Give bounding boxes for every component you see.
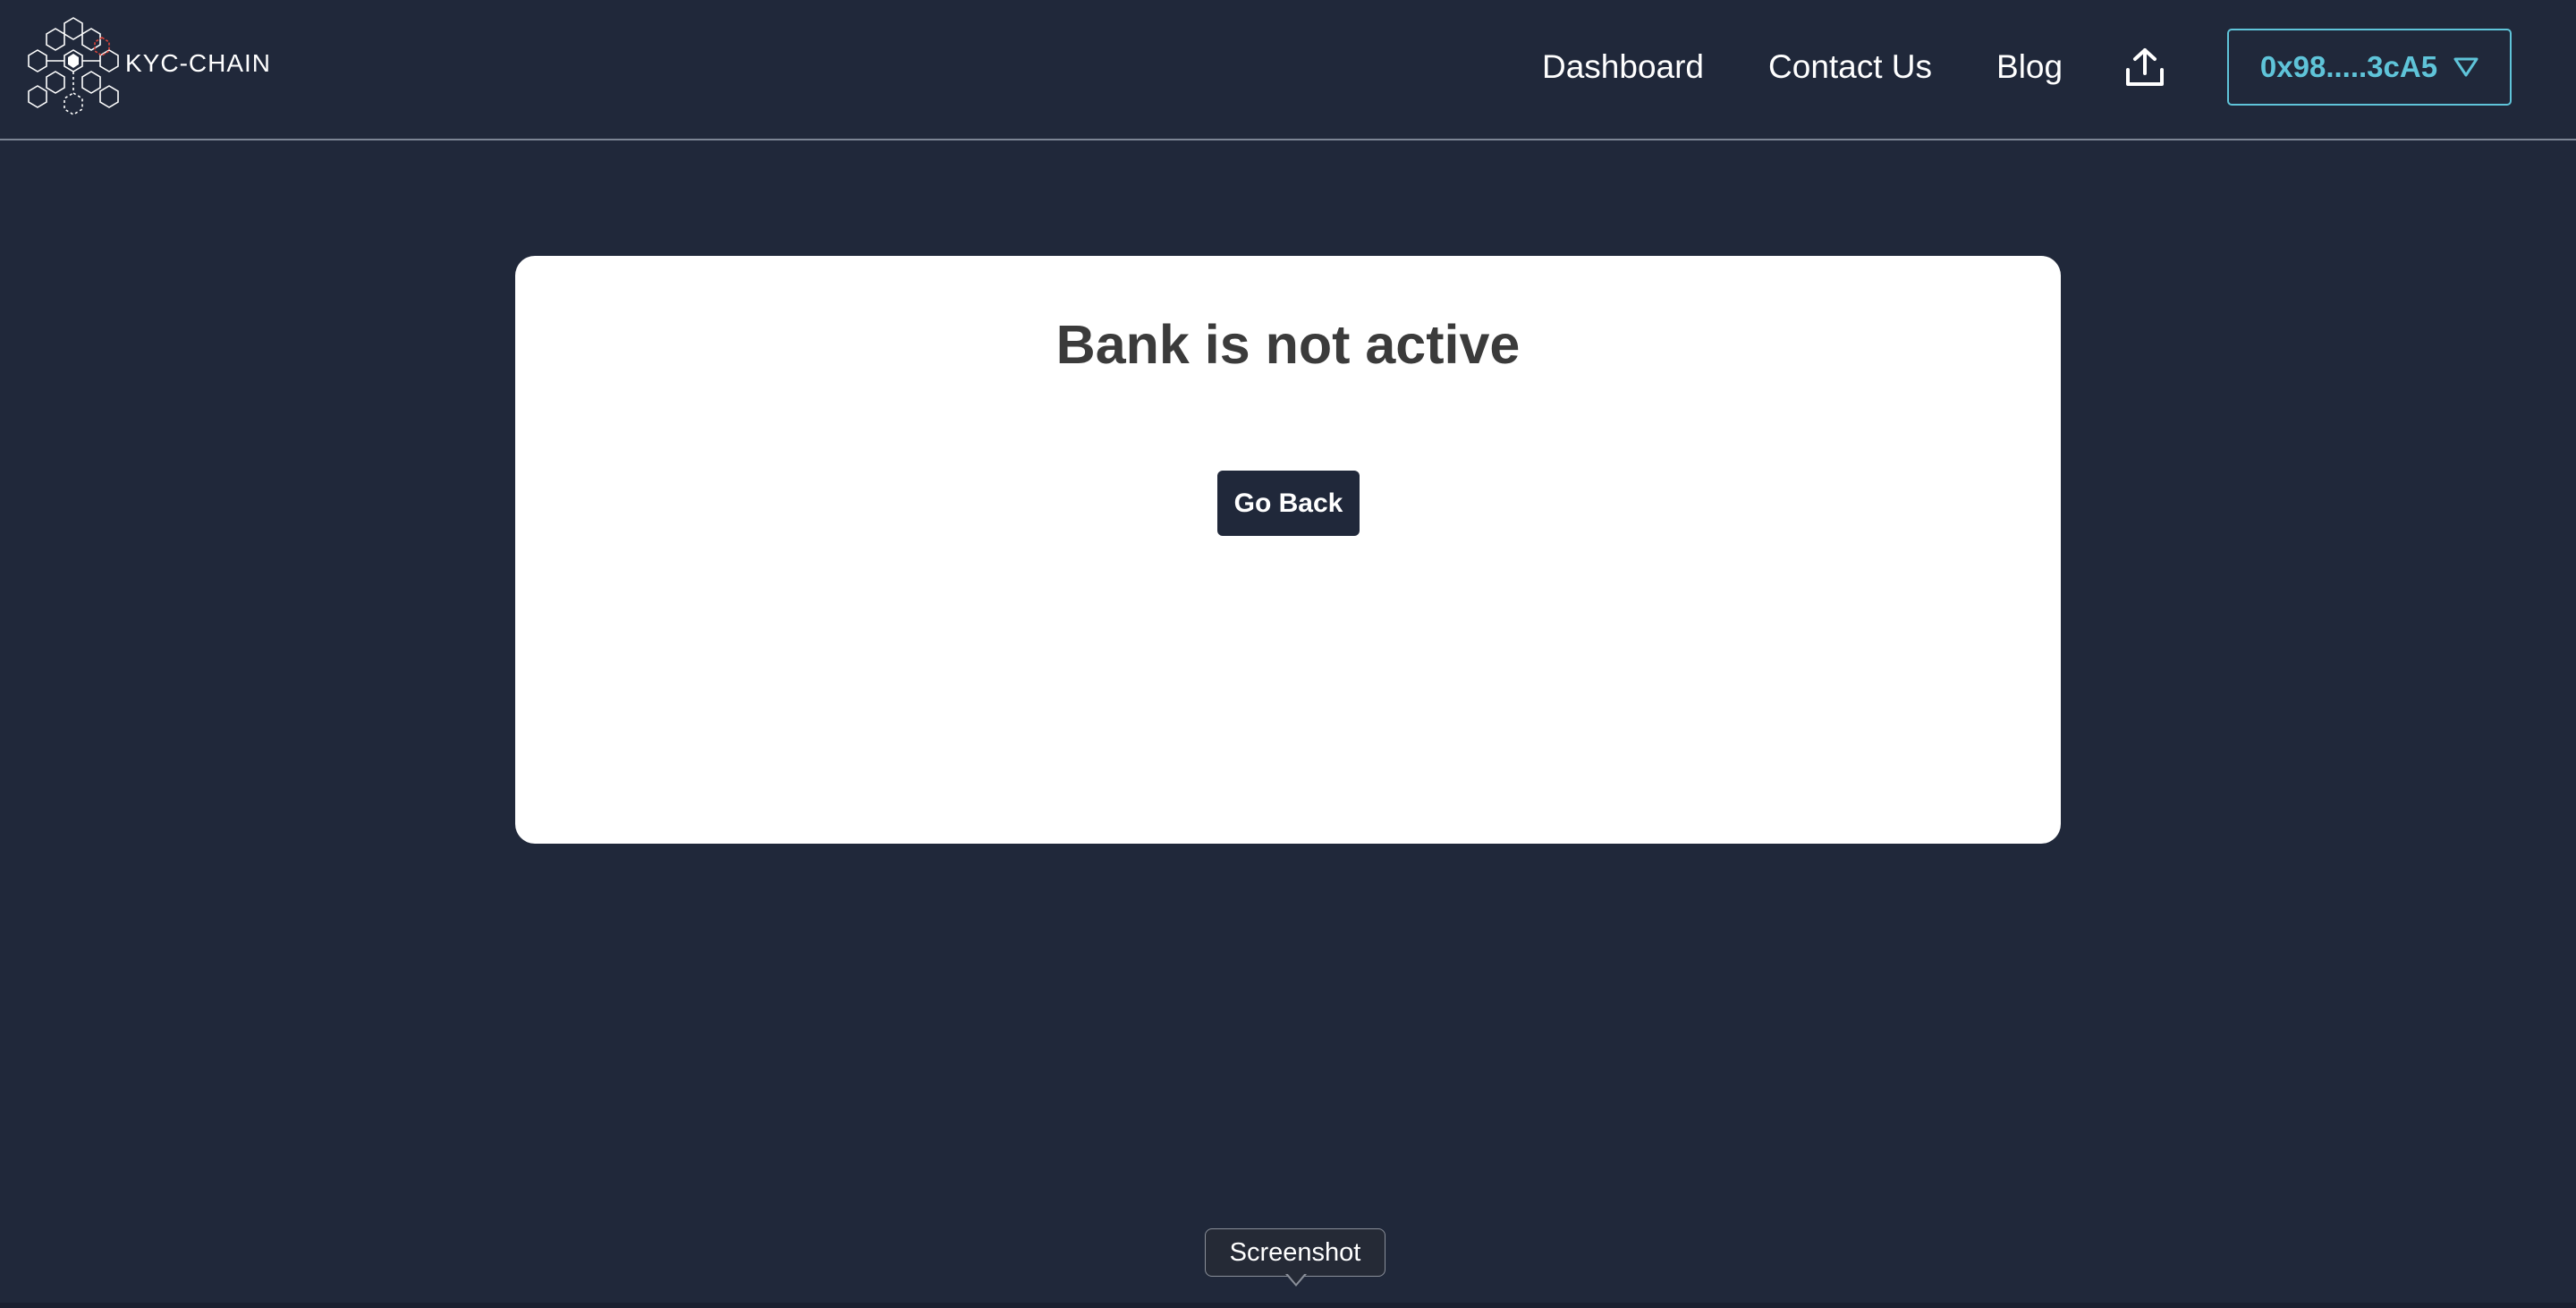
triangle-down-icon (2453, 57, 2479, 77)
upload-icon (2126, 48, 2165, 86)
nav-link-dashboard[interactable]: Dashboard (1542, 48, 1704, 86)
nav-links: Dashboard Contact Us Blog (1542, 45, 2166, 89)
hexagon-network-icon (28, 17, 119, 115)
logo-text: KYC-CHAIN (125, 49, 272, 77)
nav-link-contact-us[interactable]: Contact Us (1768, 48, 1932, 86)
page-title: Bank is not active (1055, 314, 1521, 375)
status-card: Bank is not active Go Back (515, 256, 2061, 844)
upload-button[interactable] (2123, 45, 2166, 89)
wallet-address: 0x98.....3cA5 (2259, 50, 2438, 83)
screenshot-tooltip: Screenshot (1205, 1228, 1385, 1277)
tooltip-arrow-fill (1287, 1273, 1305, 1284)
kyc-chain-logo[interactable]: KYC-CHAIN (27, 16, 271, 116)
wallet-address-dropdown[interactable]: 0x98.....3cA5 (2227, 29, 2512, 106)
nav-link-blog[interactable]: Blog (1996, 48, 2063, 86)
top-navbar: KYC-CHAIN Dashboard Contact Us Blog 0x98… (0, 0, 2576, 140)
bottom-edge (0, 1303, 2576, 1308)
go-back-button[interactable]: Go Back (1217, 471, 1360, 536)
